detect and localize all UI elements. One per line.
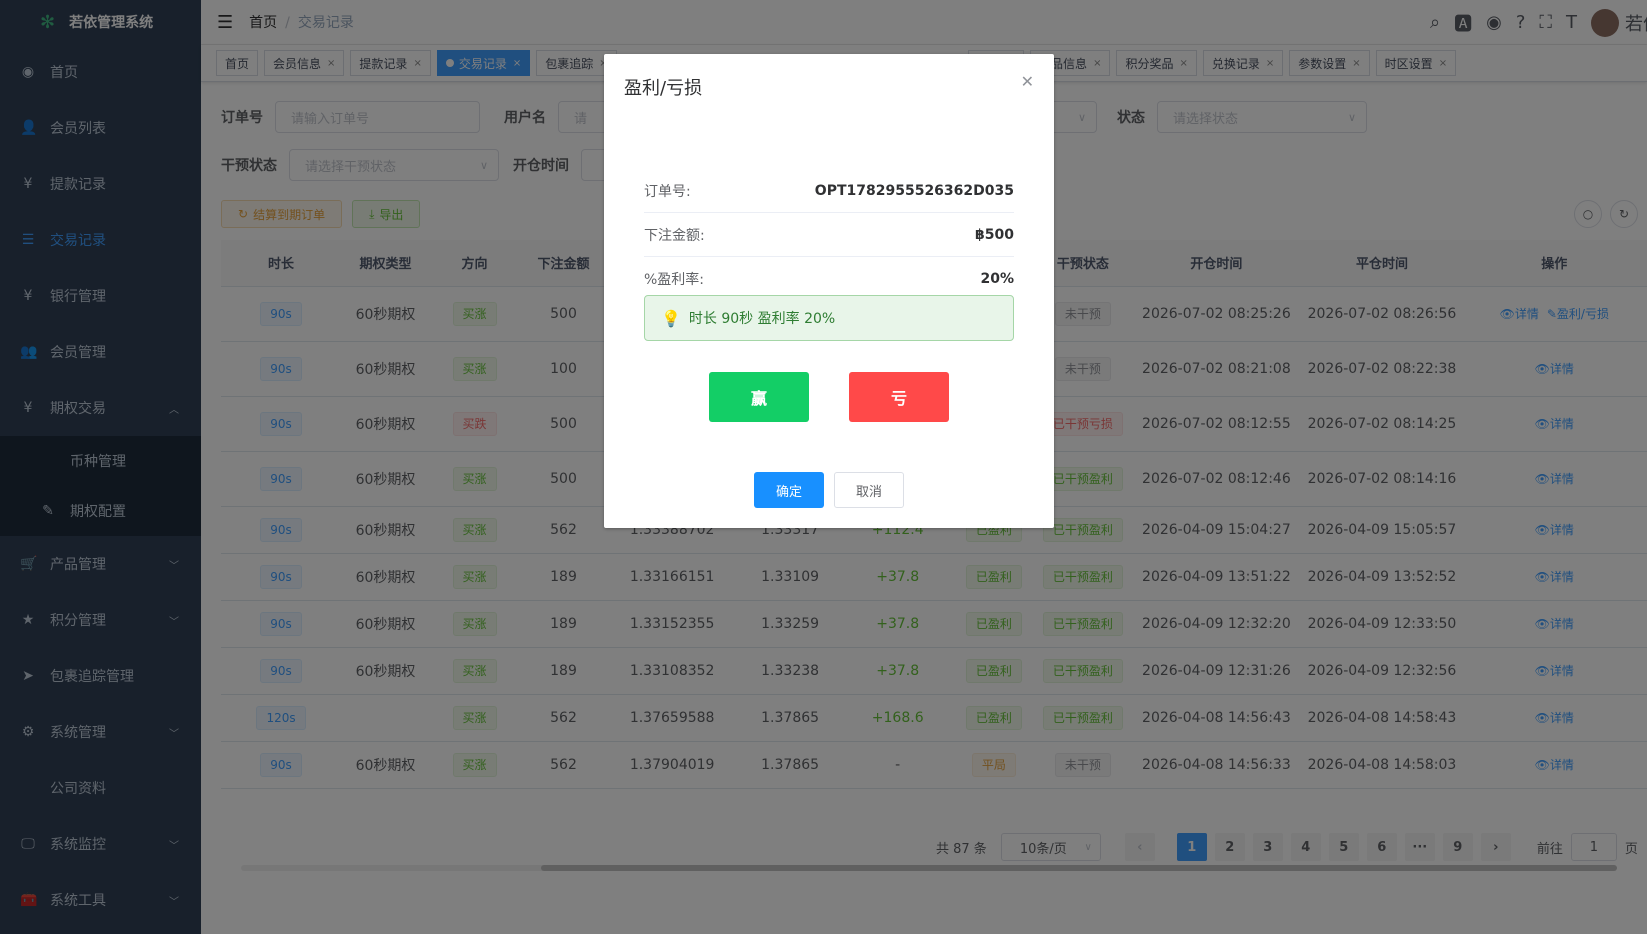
amount-row: 下注金额: ฿500 [644,213,1014,257]
lightbulb-icon: 💡 [661,308,681,328]
close-icon[interactable]: ✕ [1021,72,1034,91]
rate-value: 20% [980,270,1014,287]
lose-button[interactable]: 亏 [849,372,949,422]
amount-value: ฿500 [975,226,1014,243]
order-key: 订单号: [644,183,691,200]
dialog-title: 盈利/亏损 [624,78,703,99]
amount-key: 下注金额: [644,227,705,244]
order-row: 订单号: OPT1782955526362D035 [644,169,1014,213]
rate-key: %盈利率: [644,271,705,288]
win-button[interactable]: 赢 [709,372,809,422]
app-root: ✻ 若依管理系统 ◉首页👤会员列表¥提款记录☰交易记录¥银行管理👥会员管理¥期权… [0,0,1647,934]
order-value: OPT1782955526362D035 [814,182,1014,199]
tip-text: 时长 90秒 盈利率 20% [688,311,836,327]
profit-loss-dialog: 盈利/亏损 ✕ 订单号: OPT1782955526362D035 下注金额: … [604,54,1054,528]
cancel-button[interactable]: 取消 [834,472,904,508]
info-tip: 💡 时长 90秒 盈利率 20% [644,295,1014,341]
confirm-button[interactable]: 确定 [754,472,824,508]
